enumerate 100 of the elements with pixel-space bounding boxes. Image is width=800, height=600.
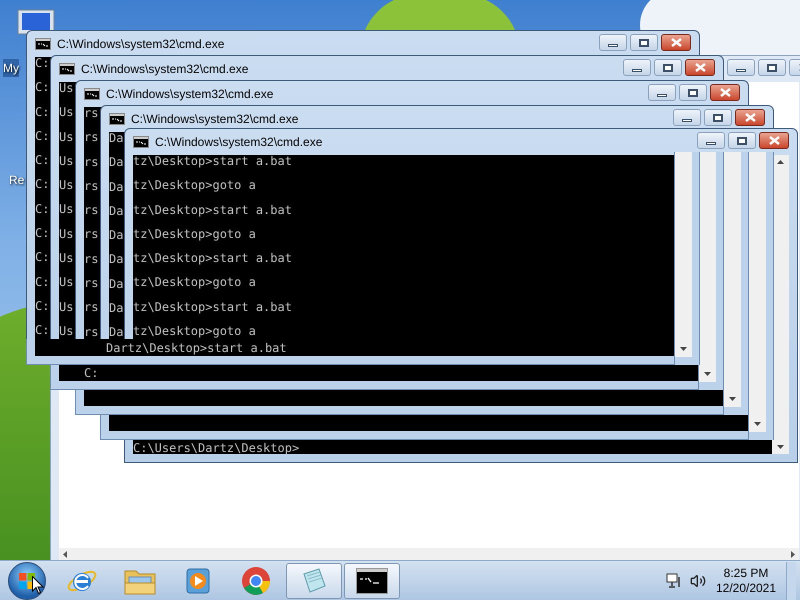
console-line: Da <box>109 326 124 338</box>
close-button[interactable] <box>661 34 691 51</box>
minimize-button[interactable] <box>673 109 701 126</box>
console-line: Da <box>109 253 124 266</box>
maximize-icon <box>688 88 698 96</box>
terminal-icon <box>133 136 149 148</box>
console-line: C: <box>35 324 50 336</box>
maximize-button[interactable] <box>728 132 756 149</box>
console-line: rs <box>84 204 98 216</box>
close-button[interactable] <box>735 109 765 126</box>
minimize-button[interactable] <box>648 84 676 101</box>
maximize-icon <box>663 64 673 72</box>
scrollbar[interactable] <box>59 548 799 560</box>
console-line: Us <box>59 130 74 143</box>
console-line: rs <box>84 107 98 119</box>
terminal-icon <box>356 568 388 594</box>
maximize-button[interactable] <box>679 84 707 101</box>
clock-time[interactable]: 8:25 PM <box>724 566 768 580</box>
console-line: Us <box>59 300 74 313</box>
console-line: C: <box>84 366 98 378</box>
scrollbar[interactable] <box>724 152 741 407</box>
taskbar-button[interactable] <box>344 562 400 598</box>
maximize-icon <box>713 114 723 122</box>
close-button[interactable] <box>759 132 789 149</box>
console-line: tz\Desktop>start a.bat <box>133 155 292 167</box>
console-line: C: <box>35 106 50 118</box>
console-line: Us <box>59 154 74 167</box>
close-icon <box>670 38 682 47</box>
console-line: C: <box>35 300 50 312</box>
console-line: Da <box>109 132 124 144</box>
mouse-cursor-icon <box>32 576 44 595</box>
minimize-icon <box>657 94 667 97</box>
console-line: Us <box>59 203 74 216</box>
maximize-button[interactable] <box>630 34 658 51</box>
console-line: Us <box>59 252 74 264</box>
console-line: Us <box>59 228 74 240</box>
maximize-icon <box>767 64 777 72</box>
console-line: C: <box>35 251 50 264</box>
console-line: Us <box>59 276 74 288</box>
scroll-down-icon[interactable] <box>777 445 784 449</box>
terminal-icon <box>35 38 51 50</box>
console-line: Da <box>109 229 124 242</box>
minimize-icon <box>682 119 692 122</box>
console-line: C: <box>35 57 50 69</box>
minimize-icon <box>736 69 746 72</box>
terminal-icon <box>59 63 75 75</box>
console-line: Us <box>59 82 74 94</box>
maximize-button[interactable] <box>704 109 732 126</box>
console-line: rs <box>84 252 98 265</box>
volume-icon[interactable] <box>690 572 706 588</box>
console-line: C: <box>35 130 50 142</box>
minimize-icon <box>706 142 716 145</box>
minimize-button[interactable] <box>623 59 651 76</box>
console-line: Us <box>59 179 74 192</box>
window-title: C:\Windows\system32\cmd.exe <box>131 111 298 128</box>
maximize-icon <box>639 38 649 46</box>
network-icon[interactable] <box>666 572 682 588</box>
maximize-button[interactable] <box>758 59 786 76</box>
console-line: Us <box>59 324 74 337</box>
window-title: C:\Windows\system32\cmd.exe <box>57 36 224 53</box>
close-icon <box>694 63 706 72</box>
console-line: Us <box>59 106 74 118</box>
close-button[interactable] <box>710 84 740 101</box>
maximize-button[interactable] <box>654 59 682 76</box>
scroll-down-icon[interactable] <box>754 422 761 426</box>
start-button[interactable] <box>8 562 46 600</box>
console-line: Da <box>109 204 124 217</box>
console-line: Da <box>109 180 124 193</box>
minimize-button[interactable] <box>697 132 725 149</box>
console-line: Da <box>109 156 124 168</box>
minimize-button[interactable] <box>599 34 627 51</box>
close-icon <box>768 136 780 145</box>
console-line: C: <box>35 202 50 215</box>
console-line: tz\Desktop>goto a <box>133 228 256 240</box>
scroll-right-icon[interactable] <box>791 550 795 558</box>
window-title: C:\Windows\system32\cmd.exe <box>155 134 322 151</box>
scrollbar[interactable] <box>749 152 766 432</box>
scrollbar[interactable] <box>699 152 716 382</box>
console-line: tz\Desktop>goto a <box>133 179 256 192</box>
console-line: C: <box>35 81 50 94</box>
console-line: rs <box>84 301 98 314</box>
scroll-down-icon[interactable] <box>729 397 736 401</box>
scrollbar[interactable] <box>675 152 692 357</box>
window-title: C:\Windows\system32\cmd.exe <box>106 86 274 103</box>
clock-date[interactable]: 12/20/2021 <box>716 580 776 596</box>
scroll-down-icon[interactable] <box>680 347 687 351</box>
console-line: Dartz\Desktop>start a.bat <box>106 342 287 354</box>
close-button[interactable] <box>685 59 715 76</box>
desktop-icon-label[interactable]: My <box>3 59 19 77</box>
scroll-left-icon[interactable] <box>63 550 67 558</box>
minimize-icon <box>608 44 618 47</box>
console-line: Da <box>109 302 124 314</box>
close-icon <box>720 88 730 97</box>
console-line: tz\Desktop>start a.bat <box>133 300 292 313</box>
minimize-button[interactable] <box>727 59 755 76</box>
console-line: rs <box>84 180 98 192</box>
console-line: C: <box>35 178 50 190</box>
scroll-down-icon[interactable] <box>704 372 711 376</box>
scroll-up-icon[interactable] <box>777 160 784 164</box>
maximize-icon <box>737 136 747 144</box>
